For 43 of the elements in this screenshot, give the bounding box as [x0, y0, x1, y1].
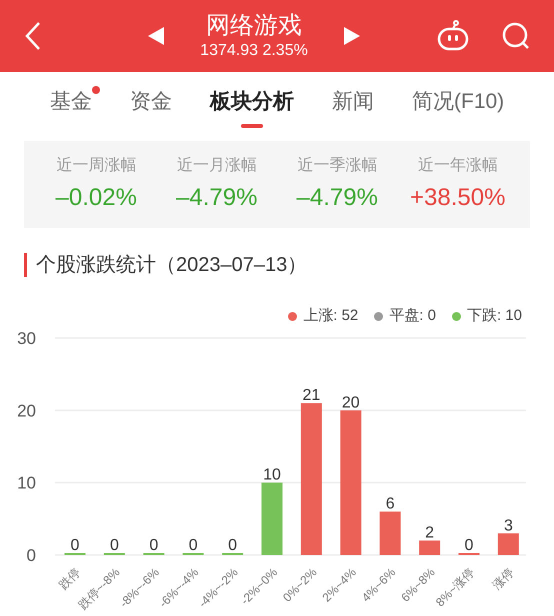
value-label: 3 [504, 517, 513, 534]
axis-category-label: 涨停 [490, 565, 517, 592]
axis-tick-label: 0 [26, 546, 36, 565]
value-label: 10 [263, 466, 281, 484]
value-label: 0 [70, 537, 80, 554]
value-label: 2 [425, 524, 434, 542]
search-icon[interactable] [502, 22, 530, 50]
axis-tick-label: 20 [17, 401, 36, 420]
stat-label: 近一季涨幅 [297, 156, 378, 176]
value-label: 0 [464, 537, 474, 554]
legend-label: 上涨: 52 [303, 306, 358, 326]
index-value: 1374.93 2.35% [200, 41, 308, 61]
tab[interactable]: 板块分析 [210, 84, 294, 128]
value-label: 20 [342, 394, 360, 412]
tab[interactable]: 简况(F10) [412, 84, 504, 128]
legend-label: 平盘: 0 [389, 306, 436, 326]
axis-category-label: 跌停 [56, 565, 84, 592]
stat-label: 近一月涨幅 [176, 156, 257, 176]
section-title: 个股涨跌统计（2023–07–13） [36, 253, 308, 278]
stat-label: 近一周涨幅 [56, 156, 136, 176]
stat-value: +38.50% [410, 182, 506, 212]
value-label: 0 [188, 537, 198, 554]
stat-value: –4.79% [296, 182, 378, 212]
tab[interactable]: 基金 [50, 84, 92, 128]
back-icon[interactable] [24, 21, 42, 51]
axis-tick-label: 10 [17, 474, 36, 493]
tab-indicator [241, 124, 263, 128]
previous-icon[interactable] [148, 27, 164, 45]
value-label: 0 [149, 537, 158, 554]
header-title: 网络游戏 [206, 11, 302, 41]
next-icon[interactable] [344, 27, 360, 45]
value-label: 0 [228, 537, 238, 554]
stat-value: –0.02% [56, 182, 137, 212]
axis-tick-label: 30 [17, 329, 36, 348]
value-label: 6 [386, 496, 395, 513]
legend-label: 下跌: 10 [466, 306, 522, 326]
stat-value: –4.79% [176, 182, 258, 212]
value-label: 0 [110, 537, 119, 554]
tab[interactable]: 资金 [130, 84, 172, 128]
value-label: 21 [302, 387, 320, 404]
stat-label: 近一年涨幅 [418, 156, 498, 176]
tab[interactable]: 新闻 [332, 84, 374, 128]
robot-icon[interactable] [436, 20, 470, 52]
